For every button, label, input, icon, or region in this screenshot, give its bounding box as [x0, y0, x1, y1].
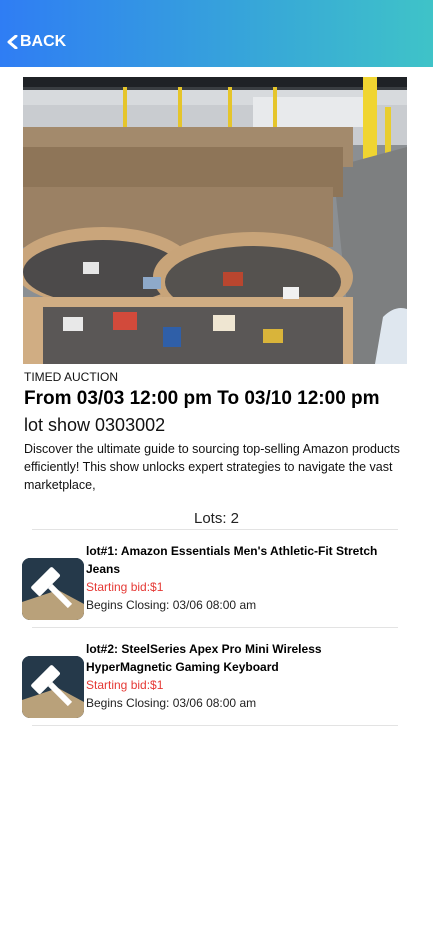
lot-title: lot#1: Amazon Essentials Men's Athletic-…	[86, 544, 378, 576]
gavel-icon	[22, 558, 84, 620]
top-bar: BACK	[0, 0, 433, 67]
auction-hero-image	[23, 77, 407, 364]
lot-title: lot#2: SteelSeries Apex Pro Mini Wireles…	[86, 642, 322, 674]
lot-item-2[interactable]: lot#2: SteelSeries Apex Pro Mini Wireles…	[22, 640, 412, 726]
auction-type-label: TIMED AUCTION	[24, 370, 119, 384]
gavel-icon	[22, 656, 84, 718]
lot-starting-bid: Starting bid:$1	[86, 678, 164, 692]
auction-title: lot show 0303002	[24, 415, 166, 435]
auction-dates: From 03/03 12:00 pm To 03/10 12:00 pm	[24, 388, 380, 409]
auction-description: Discover the ultimate guide to sourcing …	[24, 442, 400, 492]
lot-starting-bid: Starting bid:$1	[86, 580, 164, 594]
divider	[32, 627, 398, 628]
lot-closing-time: Begins Closing: 03/06 08:00 am	[86, 598, 257, 612]
divider	[32, 725, 398, 726]
lot-item-1[interactable]: lot#1: Amazon Essentials Men's Athletic-…	[22, 542, 412, 628]
lot-closing-time: Begins Closing: 03/06 08:00 am	[86, 696, 257, 710]
back-label: BACK	[20, 33, 67, 50]
divider	[32, 529, 398, 530]
back-button[interactable]: BACK	[7, 31, 66, 53]
chevron-left-icon	[7, 35, 18, 49]
lots-count: Lots: 2	[193, 510, 240, 527]
